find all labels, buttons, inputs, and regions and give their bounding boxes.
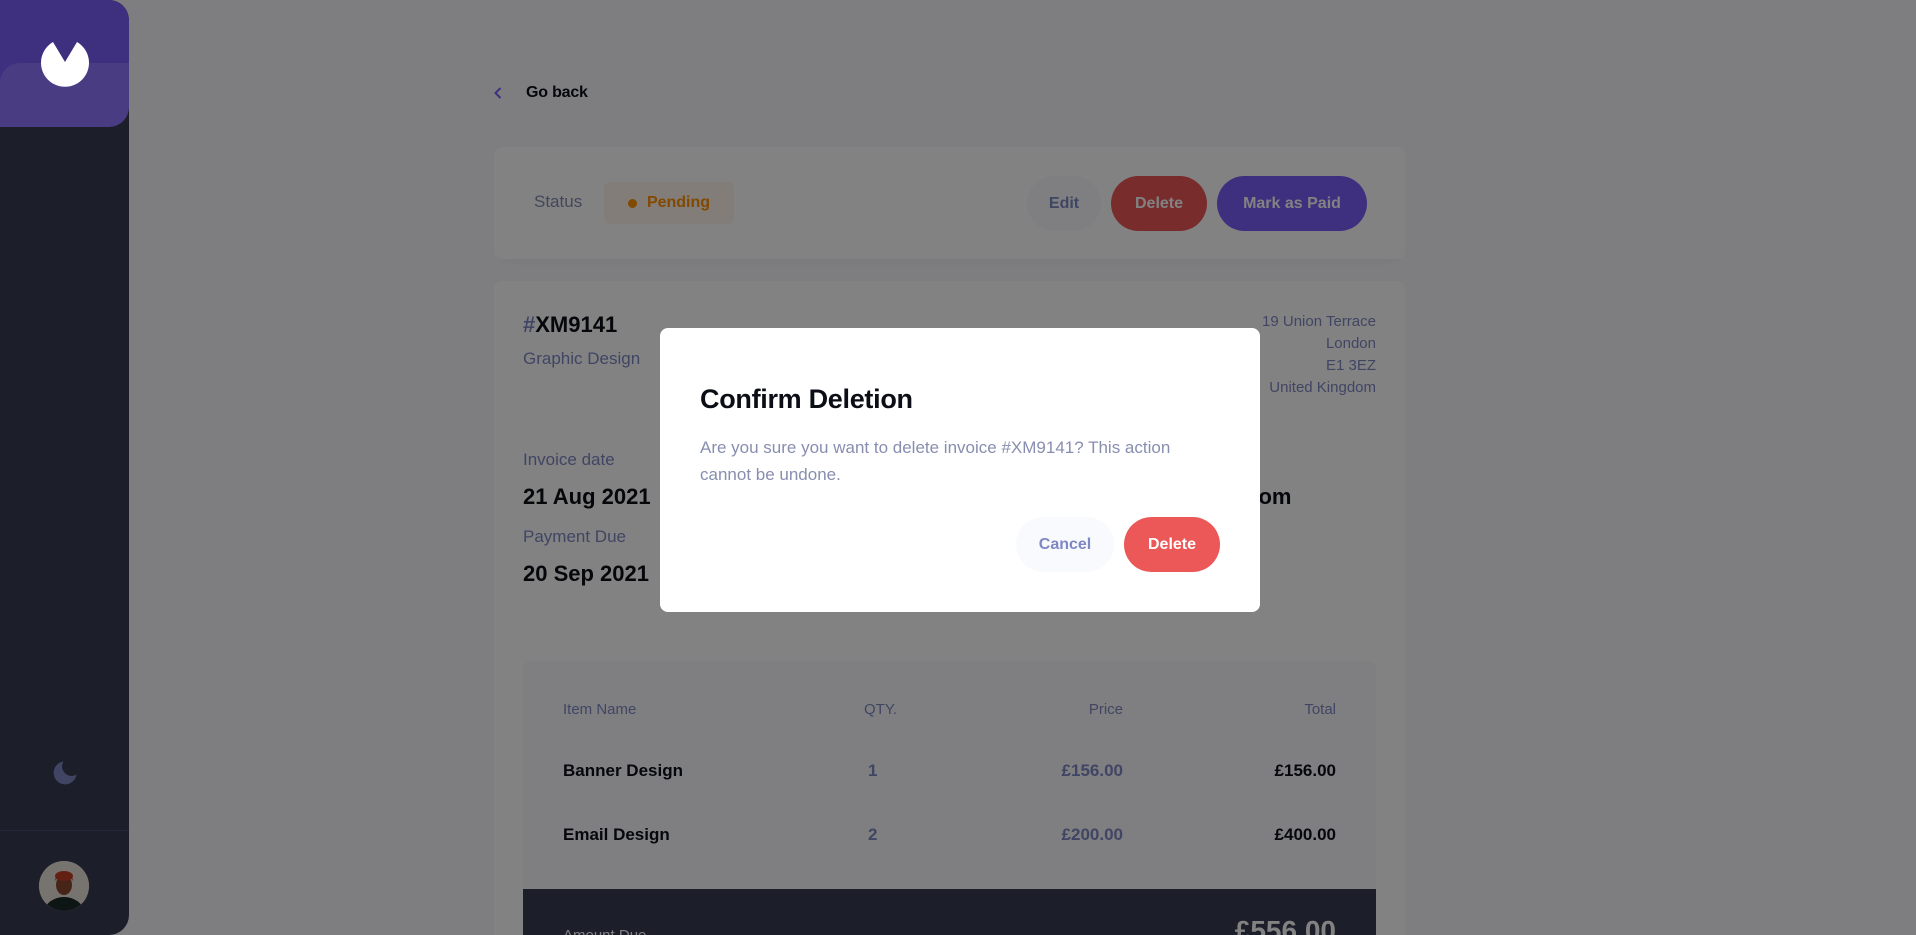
cancel-button[interactable]: Cancel — [1016, 517, 1114, 572]
dialog-title: Confirm Deletion — [700, 384, 913, 414]
brand-logo-icon — [41, 42, 89, 87]
dialog-message: Are you sure you want to delete invoice … — [700, 438, 1171, 484]
confirm-delete-button[interactable]: Delete — [1124, 517, 1220, 572]
confirm-deletion-dialog: Confirm Deletion Are you sure you want t… — [660, 328, 1260, 612]
